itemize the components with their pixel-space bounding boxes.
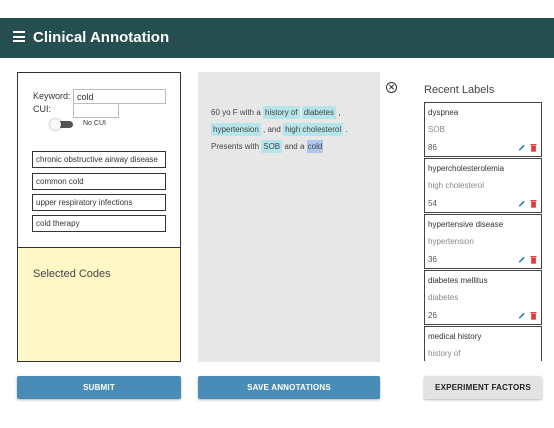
note-text[interactable]: 60 yo F with a history of diabetes , hyp… [211, 104, 371, 155]
no-cui-toggle[interactable] [50, 119, 74, 130]
pencil-icon[interactable] [518, 311, 526, 320]
label-card[interactable]: dyspnea SOB 86 [424, 102, 542, 157]
app-bar: Clinical Annotation [0, 0, 554, 58]
annotated-span[interactable]: hypertension [211, 123, 261, 136]
experiment-factors-button[interactable]: EXPERIMENT FACTORS [424, 376, 542, 399]
label-concept-name: hypertensive disease [428, 220, 504, 229]
toggle-knob [50, 119, 61, 130]
no-cui-label: No CUI [83, 120, 106, 127]
label-count: 26 [428, 311, 437, 320]
label-text: SOB [428, 125, 445, 134]
note-text-span: and a [282, 142, 307, 151]
concept-option[interactable]: cold therapy [32, 215, 166, 232]
trash-icon[interactable] [530, 199, 537, 208]
label-concept-name: dyspnea [428, 108, 459, 117]
keyword-input[interactable] [73, 89, 166, 104]
label-concept-name: medical history [428, 332, 482, 341]
trash-icon[interactable] [530, 255, 537, 264]
note-text-span: , [335, 108, 341, 117]
pencil-icon[interactable] [518, 143, 526, 152]
recent-labels-list[interactable]: dyspnea SOB 86 hypercholesterolemia high… [424, 102, 542, 361]
label-text: high cholesterol [428, 181, 485, 190]
label-count: 36 [428, 255, 437, 264]
label-text: diabetes [428, 293, 459, 302]
concept-option[interactable]: upper respiratory infections [32, 194, 166, 211]
label-card[interactable]: hypercholesterolemia high cholesterol 54 [424, 158, 542, 213]
label-concept-name: diabetes mellitus [428, 276, 488, 285]
selected-span[interactable]: cold [306, 140, 324, 153]
label-concept-name: hypercholesterolemia [428, 164, 505, 173]
annotated-span[interactable]: high cholesterol [283, 123, 344, 136]
note-text-span: 60 yo F with a [211, 108, 264, 117]
note-text-span: , and [260, 125, 284, 134]
label-count: 54 [428, 199, 437, 208]
close-circle-icon[interactable] [386, 82, 397, 93]
pencil-icon[interactable] [518, 199, 526, 208]
selected-codes-area: Selected Codes [18, 247, 180, 361]
keyword-label: Keyword: [33, 91, 71, 101]
selected-codes-title: Selected Codes [33, 268, 111, 280]
app-title: Clinical Annotation [33, 29, 170, 46]
annotated-span[interactable]: SOB [261, 140, 283, 153]
recent-labels-title: Recent Labels [424, 84, 495, 96]
submit-button[interactable]: SUBMIT [17, 376, 181, 399]
save-annotations-button[interactable]: SAVE ANNOTATIONS [198, 376, 380, 399]
concept-option[interactable]: chronic obstructive airway disease [32, 151, 166, 168]
label-card[interactable]: medical history history of [424, 326, 542, 361]
annotated-span[interactable]: history of [263, 106, 300, 119]
search-panel: Keyword: CUI: No CUI chronic obstructive… [17, 72, 181, 362]
concept-option[interactable]: common cold [32, 173, 166, 190]
label-card[interactable]: hypertensive disease hypertension 36 [424, 214, 542, 269]
cui-input[interactable] [73, 103, 119, 118]
label-text: history of [428, 349, 461, 358]
label-card[interactable]: diabetes mellitus diabetes 26 [424, 270, 542, 325]
label-text: hypertension [428, 237, 474, 246]
trash-icon[interactable] [530, 143, 537, 152]
menu-icon[interactable] [13, 31, 25, 42]
cui-label: CUI: [33, 104, 51, 114]
label-count: 86 [428, 143, 437, 152]
trash-icon[interactable] [530, 311, 537, 320]
pencil-icon[interactable] [518, 255, 526, 264]
note-panel: 60 yo F with a history of diabetes , hyp… [198, 72, 380, 362]
annotated-span[interactable]: diabetes [301, 106, 336, 119]
